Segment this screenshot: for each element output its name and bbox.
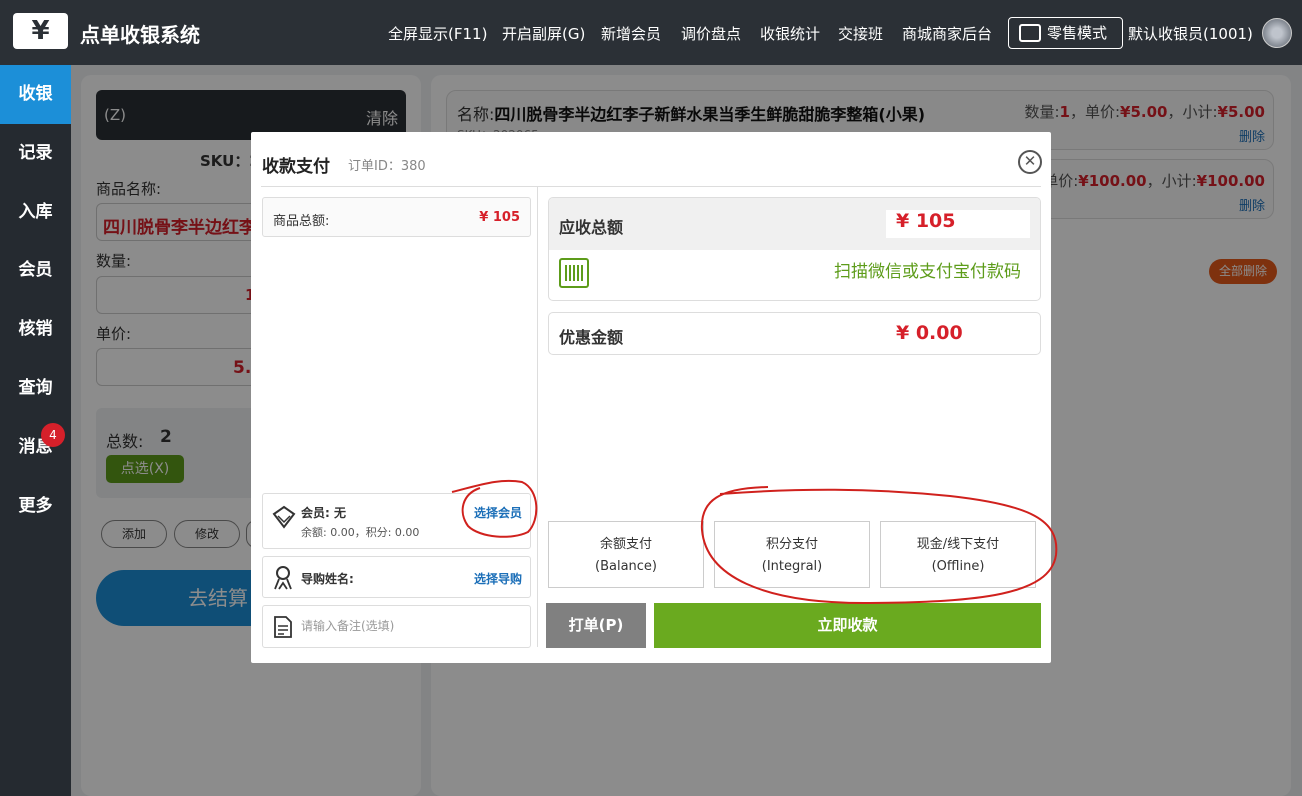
sidebar-item-records[interactable]: 记录 [0,124,71,183]
order-id: 订单ID：380 [348,159,426,174]
select-guide-link[interactable]: 选择导购 [474,570,522,587]
note-input[interactable] [301,619,521,633]
integral-pay-button[interactable]: 积分支付 (Integral) [714,521,870,588]
nav-second-screen[interactable]: 开启副屏(G) [502,23,585,44]
member-detail: 余额: 0.00，积分: 0.00 [301,526,420,539]
goods-total-label: 商品总额: [273,214,330,229]
nav-fullscreen[interactable]: 全屏显示(F11) [388,23,487,44]
offline-pay-sublabel: (Offline) [931,559,985,574]
close-icon[interactable]: ✕ [1018,150,1042,174]
modal-title: 收款支付 [262,157,330,177]
balance-pay-sublabel: (Balance) [595,559,657,574]
member-box: 会员: 无 余额: 0.00，积分: 0.00 选择会员 [262,493,531,549]
offline-pay-button[interactable]: 现金/线下支付 (Offline) [880,521,1036,588]
modal-column-divider [537,187,538,647]
discount-value: ¥ 0.00 [896,322,963,344]
sidebar-item-members[interactable]: 会员 [0,241,71,300]
balance-pay-label: 余额支付 [599,537,652,552]
goods-total-value: ¥ 105 [479,210,520,225]
barcode-scan-icon [559,258,589,288]
nav-mall-admin[interactable]: 商城商家后台 [902,23,992,44]
integral-pay-label: 积分支付 [765,537,818,552]
scan-pay-code-input[interactable] [599,262,1021,282]
discount-box: 优惠金额 ¥ 0.00 [548,312,1041,355]
discount-label: 优惠金额 [559,328,624,347]
guide-box: 导购姓名: 选择导购 [262,556,531,598]
member-label: 会员: 无 [301,506,346,520]
payment-modal: 收款支付 订单ID：380 ✕ 商品总额: ¥ 105 会员: 无 余额: 0.… [251,132,1051,663]
cashier-name[interactable]: 默认收银员(1001) [1128,23,1253,44]
nav-add-member[interactable]: 新增会员 [601,23,661,44]
sidebar-item-stock-in[interactable]: 入库 [0,183,71,242]
print-button[interactable]: 打单(P) [546,603,646,648]
top-bar: ¥ 点单收银系统 全屏显示(F11) 开启副屏(G) 新增会员 调价盘点 收银统… [0,0,1302,65]
guide-person-icon [274,566,292,590]
note-box [262,605,531,648]
sidebar-item-query[interactable]: 查询 [0,359,71,418]
amount-due-header: 应收总额 ¥ 105 [549,198,1040,250]
sidebar-item-more[interactable]: 更多 [0,477,71,536]
integral-pay-sublabel: (Integral) [761,559,823,574]
sidebar-item-checkout[interactable]: 收银 [0,65,71,124]
pay-now-button[interactable]: 立即收款 [654,603,1041,648]
store-icon [1019,24,1041,42]
nav-price-inventory[interactable]: 调价盘点 [681,23,741,44]
nav-cashier-stats[interactable]: 收银统计 [760,23,820,44]
balance-pay-button[interactable]: 余额支付 (Balance) [548,521,704,588]
note-document-icon [274,616,292,638]
modal-divider [261,186,1041,187]
retail-mode-label: 零售模式 [1047,24,1108,42]
guide-label: 导购姓名: [301,572,354,586]
offline-pay-label: 现金/线下支付 [916,537,1000,552]
sidebar: 收银 记录 入库 会员 核销 查询 消息 更多 4 [0,65,71,796]
message-count-badge: 4 [41,423,65,447]
amount-due-label: 应收总额 [559,218,624,237]
amount-due-value: ¥ 105 [896,210,956,232]
select-member-link[interactable]: 选择会员 [474,504,522,521]
amount-due-box: 应收总额 ¥ 105 [548,197,1041,301]
avatar[interactable] [1262,18,1292,48]
sidebar-item-verify[interactable]: 核销 [0,300,71,359]
goods-total-box: 商品总额: ¥ 105 [262,197,531,237]
member-card-icon [272,505,296,529]
app-logo: ¥ [13,13,68,49]
nav-shift-handover[interactable]: 交接班 [838,23,883,44]
retail-mode-button[interactable]: 零售模式 [1008,17,1123,49]
app-title: 点单收银系统 [80,23,200,47]
